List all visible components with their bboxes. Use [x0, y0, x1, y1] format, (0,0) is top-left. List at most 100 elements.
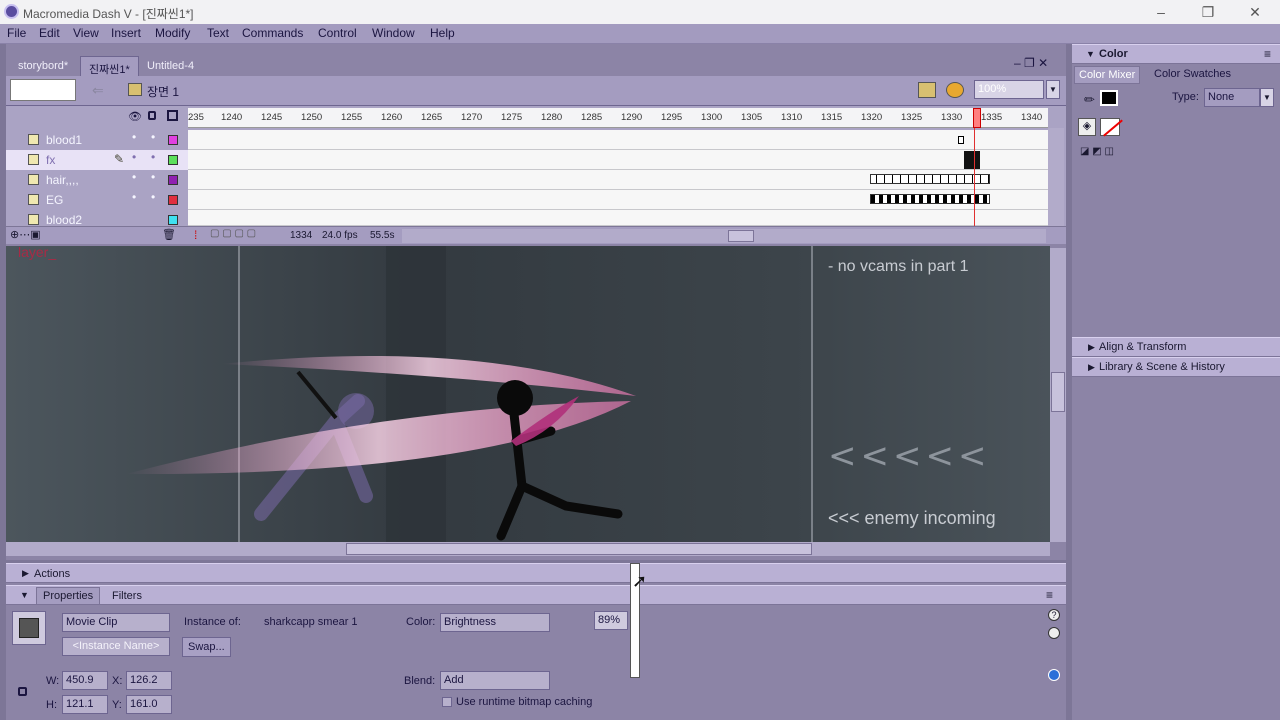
frame-track[interactable] [188, 190, 1048, 210]
layer-color-swatch[interactable] [168, 215, 178, 225]
menu-insert[interactable]: Insert [111, 26, 141, 40]
stage-hscroll[interactable] [6, 542, 1050, 556]
panel-menu-icon[interactable]: ≡ [1046, 588, 1053, 602]
x-input[interactable]: 126.2 [126, 671, 172, 690]
frame-track[interactable] [188, 150, 1048, 170]
frame-track[interactable] [188, 130, 1048, 150]
tab-color-mixer[interactable]: Color Mixer [1074, 66, 1141, 84]
timeline-hscroll[interactable] [402, 229, 1046, 243]
menu-commands[interactable]: Commands [242, 26, 303, 40]
doc-window-controls[interactable]: – ❐ ✕ [1014, 56, 1048, 70]
help-icon[interactable]: ? [1048, 609, 1060, 621]
align-transform-panel-header[interactable]: ▶ Align & Transform [1072, 337, 1280, 357]
stage-vscroll[interactable] [1050, 248, 1066, 542]
minimize-button[interactable]: – [1146, 2, 1176, 22]
bitmap-caching-checkbox[interactable] [442, 697, 452, 707]
layer-color-swatch[interactable] [168, 175, 178, 185]
frame-track[interactable] [188, 170, 1048, 190]
brightness-value[interactable]: 89% [594, 611, 628, 630]
hscroll-thumb[interactable] [346, 543, 812, 555]
zoom-dropdown-icon[interactable]: ▼ [1046, 80, 1060, 99]
trash-icon[interactable]: 🗑 [162, 228, 176, 241]
menu-help[interactable]: Help [430, 26, 455, 40]
instance-name-input[interactable]: <Instance Name> [62, 637, 170, 656]
center-frame-icon[interactable]: ⁞ [194, 228, 197, 242]
height-input[interactable]: 121.1 [62, 695, 108, 714]
edit-scene-icon[interactable] [918, 82, 936, 98]
menu-file[interactable]: File [7, 26, 26, 40]
menu-view[interactable]: View [73, 26, 99, 40]
edit-icon[interactable] [1048, 627, 1060, 639]
visibility-dot[interactable]: • [132, 190, 136, 204]
menu-window[interactable]: Window [372, 26, 415, 40]
lock-icon[interactable] [148, 111, 156, 120]
panel-menu-icon[interactable]: ≡ [1264, 47, 1271, 61]
tab-filters[interactable]: Filters [112, 590, 142, 602]
layer-color-swatch[interactable] [168, 155, 178, 165]
layer-row[interactable]: fx ✎ • • [6, 150, 188, 170]
onion-skin-icons[interactable]: ▢ ▢ ▢ ▢ [210, 228, 256, 239]
layer-row[interactable]: blood2 [6, 210, 188, 226]
fill-type-dropdown-icon[interactable]: ▼ [1260, 88, 1274, 107]
color-effect-select[interactable]: Brightness [440, 613, 550, 632]
swap-button[interactable]: Swap... [182, 637, 231, 657]
tab-color-swatches[interactable]: Color Swatches [1154, 68, 1231, 80]
timeline-vscroll[interactable] [1048, 128, 1064, 226]
frame-track[interactable] [188, 210, 1048, 226]
hscroll-thumb[interactable] [728, 230, 754, 242]
collapse-arrow-icon[interactable]: ▼ [20, 590, 29, 600]
layer-row[interactable]: hair,,,, • • [6, 170, 188, 190]
tick: 1295 [661, 112, 683, 123]
close-button[interactable]: ✕ [1240, 2, 1270, 22]
keyframe-span[interactable] [870, 174, 990, 184]
tab-untitled4[interactable]: Untitled-4 [139, 56, 202, 76]
fill-type-select[interactable]: None [1204, 88, 1260, 107]
actions-panel-header[interactable]: ▶ Actions [6, 563, 1066, 583]
symbol-type-select[interactable]: Movie Clip [62, 613, 170, 632]
visibility-dot[interactable]: • [132, 130, 136, 144]
edit-symbol-icon[interactable] [946, 82, 964, 98]
color-panel-header[interactable]: ▼ Color ≡ [1072, 44, 1280, 64]
tab-storybord[interactable]: storybord* [10, 56, 76, 76]
library-panel-header[interactable]: ▶ Library & Scene & History [1072, 357, 1280, 377]
width-input[interactable]: 450.9 [62, 671, 108, 690]
fill-color-none-swatch[interactable] [1100, 118, 1123, 137]
eye-icon[interactable]: 👁 [128, 110, 142, 123]
tab-properties[interactable]: Properties [36, 587, 101, 605]
blend-mode-select[interactable]: Add [440, 671, 550, 690]
keyframe[interactable] [958, 136, 964, 144]
lock-proportions-icon[interactable] [18, 687, 27, 696]
restore-button[interactable]: ❐ [1193, 2, 1223, 22]
zoom-select[interactable]: 100% [974, 80, 1044, 99]
lock-dot[interactable]: • [151, 190, 155, 204]
lock-dot[interactable]: • [151, 130, 155, 144]
layer-color-swatch[interactable] [168, 135, 178, 145]
playhead[interactable] [973, 108, 981, 128]
outline-icon[interactable] [167, 110, 178, 121]
menu-control[interactable]: Control [318, 26, 357, 40]
visibility-dot[interactable]: • [132, 170, 136, 184]
fill-bucket-icon[interactable]: ◈ [1078, 118, 1096, 136]
menu-text[interactable]: Text [207, 26, 229, 40]
add-layer-icon[interactable]: ⊕⋯▣ [10, 228, 41, 241]
tab-scene1[interactable]: 진짜씬1* [80, 56, 139, 76]
lock-dot[interactable]: • [151, 170, 155, 184]
keyframe-span[interactable] [870, 194, 990, 204]
menu-edit[interactable]: Edit [39, 26, 60, 40]
layer-row[interactable]: EG • • [6, 190, 188, 210]
symbol-field[interactable] [10, 79, 76, 101]
back-arrow-icon[interactable]: ⇐ [92, 82, 104, 99]
accessibility-icon[interactable] [1048, 669, 1060, 681]
frame-ruler[interactable]: 235 1240 1245 1250 1255 1260 1265 1270 1… [188, 108, 1048, 128]
y-input[interactable]: 161.0 [126, 695, 172, 714]
layer-row[interactable]: blood1 • • [6, 130, 188, 150]
layer-color-swatch[interactable] [168, 195, 178, 205]
menu-modify[interactable]: Modify [155, 26, 190, 40]
lock-dot[interactable]: • [151, 150, 155, 164]
stage-canvas[interactable]: layer_ - no vcams in part 1 <<<<< <<< en… [6, 246, 1050, 542]
visibility-dot[interactable]: • [132, 150, 136, 164]
swap-colors-icons[interactable]: ◪ ◩ ◫ [1080, 146, 1114, 157]
stroke-color-swatch[interactable] [1100, 90, 1118, 106]
selected-frame[interactable] [964, 151, 980, 169]
vscroll-thumb[interactable] [1051, 372, 1065, 412]
